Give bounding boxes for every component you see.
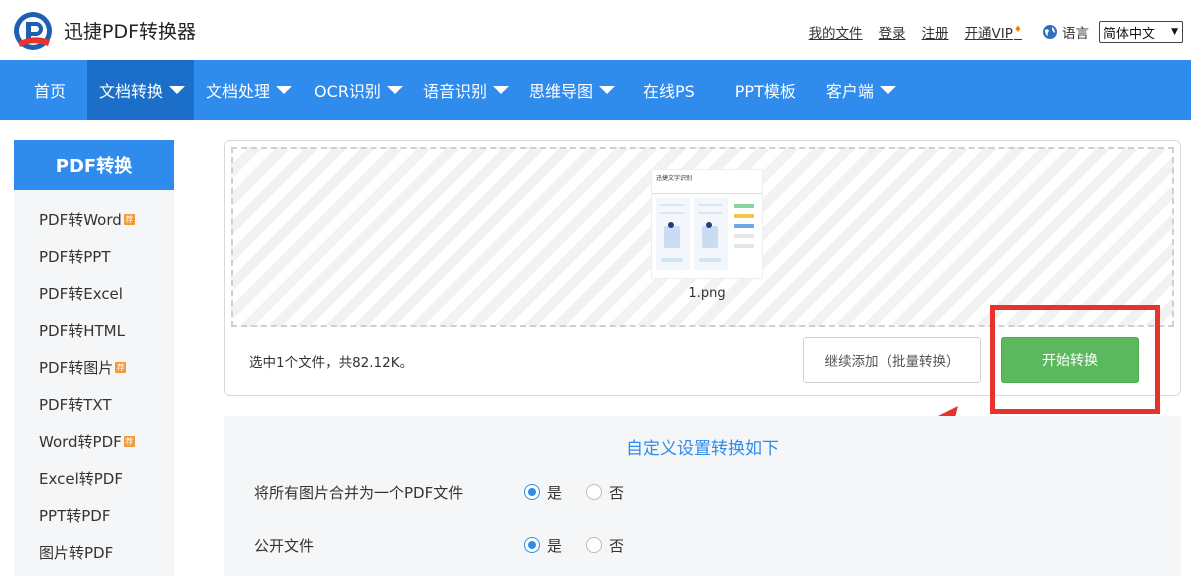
highlight-box [990, 305, 1160, 414]
brand-name[interactable]: 迅捷PDF转换器 [64, 17, 196, 44]
sidebar-item-label: PDF转Word [39, 211, 122, 229]
chevron-down-icon [598, 86, 615, 94]
nav-speech-label: 语音识别 [422, 82, 487, 101]
file-name: 1.png [688, 286, 726, 301]
sidebar-item-excel-to-pdf[interactable]: Excel转PDF [14, 460, 174, 497]
radio-no[interactable]: 否 [586, 535, 624, 556]
sidebar-item-label: PDF转HTML [39, 322, 125, 340]
register-link[interactable]: 注册 [922, 22, 949, 42]
nav-online-ps[interactable]: 在线PS [625, 60, 715, 120]
dropdown-arrow-icon: ▼ [1171, 27, 1178, 37]
sidebar-item-label: PDF转TXT [39, 396, 112, 414]
language-label: 语言 [1062, 26, 1089, 42]
nav-client[interactable]: 客户端 [810, 60, 906, 120]
login-link[interactable]: 登录 [879, 22, 906, 42]
thumbnail-title: 迅捷文字识别 [656, 175, 693, 182]
nav-home-label: 首页 [34, 82, 67, 101]
sidebar-item-label: PDF转PPT [39, 248, 111, 266]
radio-unchecked-icon[interactable] [586, 537, 603, 553]
sidebar-item-label: PDF转图片 [39, 359, 114, 377]
radio-yes[interactable]: 是 [524, 482, 562, 503]
chevron-down-icon [492, 86, 509, 94]
nav-ocr[interactable]: OCR识别 [304, 60, 413, 120]
nav-speech[interactable]: 语音识别 [413, 60, 519, 120]
top-links: 我的文件 登录 注册 开通VIP♦ 语言 简体中文 ▼ [809, 21, 1191, 43]
chevron-down-icon [276, 86, 293, 94]
settings-title: 自定义设置转换如下 [626, 439, 779, 459]
option-public-file: 公开文件 是 否 [254, 533, 648, 557]
sidebar-item-image-to-pdf[interactable]: 图片转PDF [14, 534, 174, 571]
sidebar-item-pdf-to-image[interactable]: PDF转图片荐 [14, 349, 174, 386]
nav-doc-convert-label: 文档转换 [99, 82, 164, 101]
radio-checked-icon[interactable] [524, 484, 540, 500]
nav-doc-convert[interactable]: 文档转换 [87, 60, 195, 120]
thumbnail-body [652, 194, 762, 274]
radio-no[interactable]: 否 [586, 482, 624, 503]
chevron-down-icon [386, 86, 403, 94]
vip-link-label: 开通VIP [964, 26, 1013, 42]
nav-doc-process[interactable]: 文档处理 [194, 60, 304, 120]
option-label: 将所有图片合并为一个PDF文件 [254, 483, 464, 502]
option-merge-images: 将所有图片合并为一个PDF文件 是 否 [254, 480, 648, 504]
sidebar-list: PDF转Word 荐 PDF转PPT PDF转Excel PDF转HTML PDF… [14, 190, 174, 571]
radio-yes-label: 是 [547, 483, 563, 502]
radio-unchecked-icon[interactable] [586, 484, 603, 500]
sidebar-item-ppt-to-pdf[interactable]: PPT转PDF [14, 497, 174, 534]
thumbnail-tabs [652, 184, 762, 194]
language-value: 简体中文 [1103, 26, 1156, 42]
chevron-down-icon [169, 86, 186, 94]
sidebar-item-pdf-to-html[interactable]: PDF转HTML [14, 312, 174, 349]
radio-no-label: 否 [609, 483, 625, 502]
nav-client-label: 客户端 [825, 82, 874, 101]
sidebar-item-label: PPT转PDF [39, 507, 111, 525]
nav-home[interactable]: 首页 [0, 60, 87, 120]
sidebar-item-label: Word转PDF [39, 433, 122, 451]
language-select[interactable]: 简体中文 ▼ [1099, 21, 1183, 43]
chevron-down-icon [879, 86, 896, 94]
flame-icon: ♦ [1013, 25, 1022, 35]
radio-yes-label: 是 [547, 536, 563, 555]
sidebar-item-pdf-to-word[interactable]: PDF转Word 荐 [14, 201, 174, 238]
sidebar-item-pdf-to-txt[interactable]: PDF转TXT [14, 386, 174, 423]
option-label: 公开文件 [254, 536, 315, 555]
vip-link[interactable]: 开通VIP♦ [965, 22, 1022, 42]
sidebar-item-pdf-to-ppt[interactable]: PDF转PPT [14, 238, 174, 275]
sidebar-item-word-to-pdf[interactable]: Word转PDF 荐 [14, 423, 174, 460]
nav-ocr-label: OCR识别 [314, 82, 381, 101]
my-files-link[interactable]: 我的文件 [809, 22, 863, 42]
recommend-badge: 荐 [115, 362, 127, 373]
settings-panel: 自定义设置转换如下 将所有图片合并为一个PDF文件 是 否 公开文件 是 否 [224, 416, 1181, 576]
sidebar-item-label: 图片转PDF [39, 544, 114, 562]
recommend-badge: 荐 [123, 214, 135, 225]
file-info-text: 选中1个文件，共82.12K。 [249, 355, 414, 371]
nav-mindmap-label: 思维导图 [528, 82, 593, 101]
nav-doc-process-label: 文档处理 [206, 82, 271, 101]
nav-ppt-templates-label: PPT模板 [734, 82, 796, 101]
nav-online-ps-label: 在线PS [642, 82, 695, 101]
nav-ppt-templates[interactable]: PPT模板 [715, 60, 810, 120]
sidebar-item-label: PDF转Excel [39, 285, 123, 303]
radio-checked-icon[interactable] [524, 537, 540, 553]
globe-icon [1043, 25, 1057, 39]
sidebar-item-pdf-to-excel[interactable]: PDF转Excel [14, 275, 174, 312]
sidebar-title: PDF转换 [14, 140, 174, 190]
nav-mindmap[interactable]: 思维导图 [519, 60, 625, 120]
radio-yes[interactable]: 是 [524, 535, 562, 556]
file-dropzone[interactable]: 迅捷文字识别 1.png [231, 147, 1174, 327]
sidebar-item-label: Excel转PDF [39, 470, 123, 488]
continue-add-button[interactable]: 继续添加（批量转换） [803, 337, 981, 383]
sidebar: PDF转换 PDF转Word 荐 PDF转PPT PDF转Excel PDF转HT… [14, 140, 174, 576]
main-nav: 首页 文档转换 文档处理 OCR识别 语音识别 思维导图 在线PS PPT模板 … [0, 60, 1191, 120]
top-header: 迅捷PDF转换器 我的文件 登录 注册 开通VIP♦ 语言 简体中文 ▼ [0, 0, 1191, 60]
recommend-badge: 荐 [123, 436, 135, 447]
radio-no-label: 否 [609, 536, 625, 555]
app-logo-icon[interactable] [12, 10, 54, 52]
file-thumbnail[interactable]: 迅捷文字识别 [651, 169, 763, 279]
